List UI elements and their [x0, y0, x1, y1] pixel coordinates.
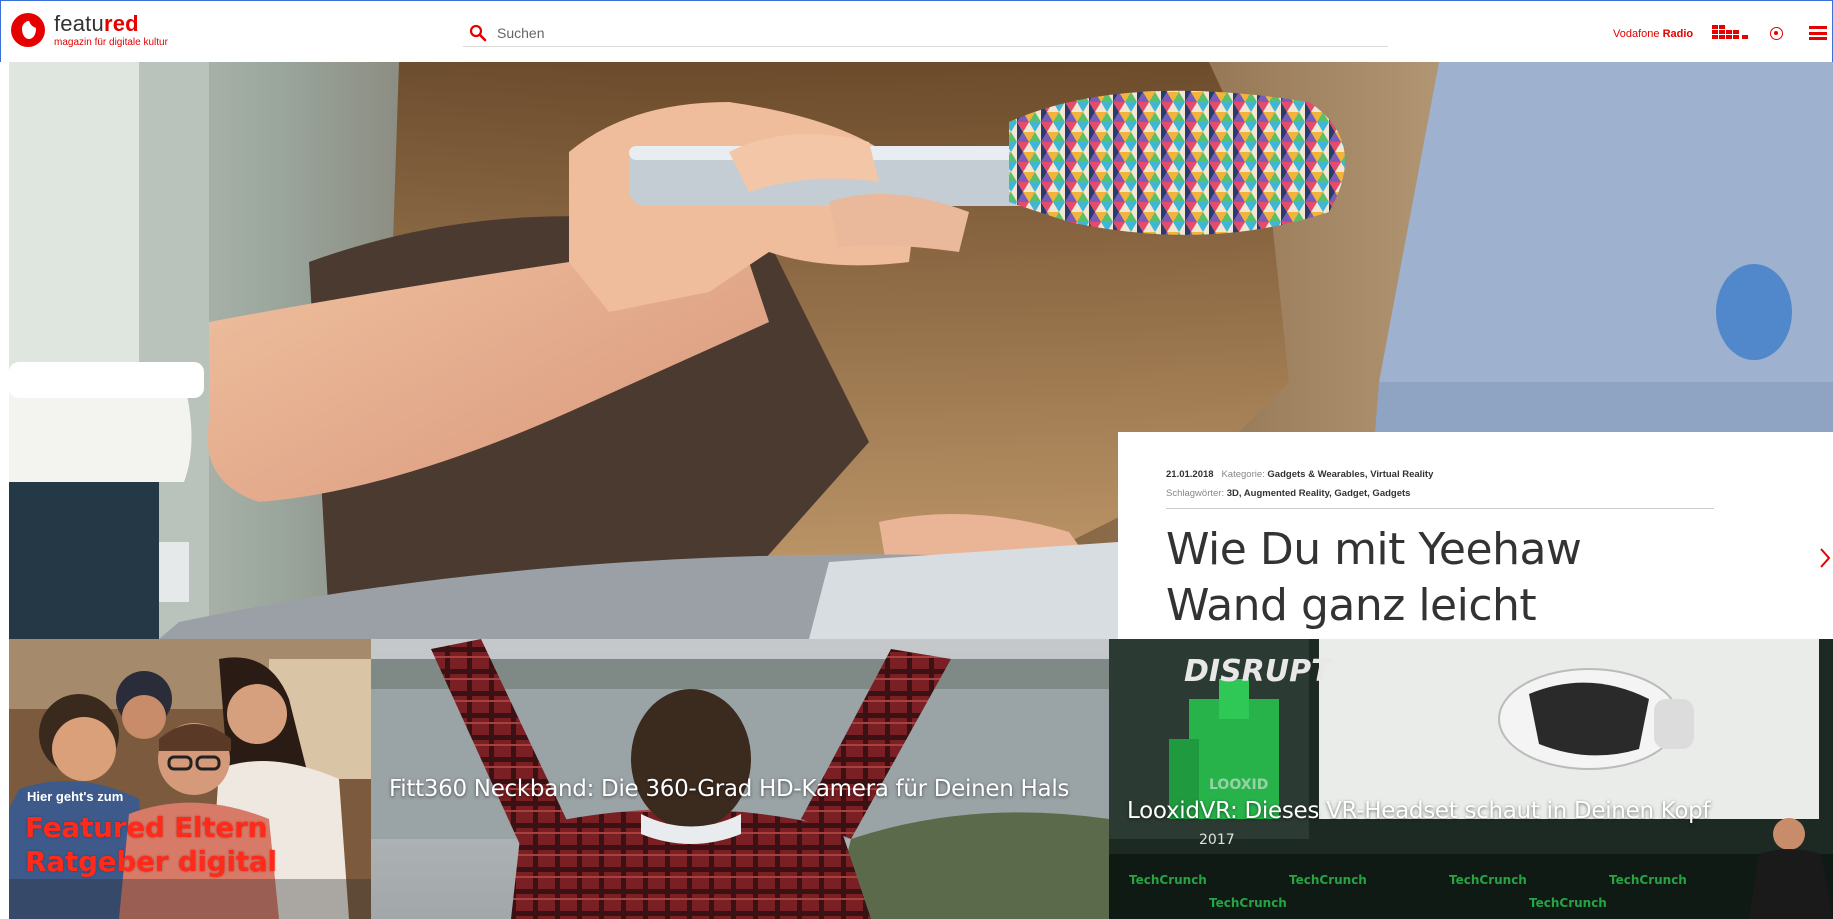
vodafone-radio-link[interactable]: Vodafone Radio: [1613, 28, 1693, 40]
article-tags[interactable]: 3D, Augmented Reality, Gadget, Gadgets: [1227, 488, 1411, 499]
article-meta: 21.01.2018 Kategorie: Gadgets & Wearable…: [1166, 469, 1434, 499]
teaser-tile-fitt360[interactable]: Fitt360 Neckband: Die 360-Grad HD-Kamera…: [371, 639, 1109, 919]
article-date: 21.01.2018: [1166, 469, 1214, 480]
radio-equalizer-icon[interactable]: [1712, 25, 1750, 39]
vodafone-logo-icon: [11, 13, 45, 47]
logo-wordmark: featured: [54, 11, 139, 36]
disrupt-year: 2017: [1199, 832, 1235, 848]
techcrunch-stage-photo: LOOXID DISRUPT 2017 TechCrunch TechCrunc…: [1109, 639, 1833, 919]
banner-brand-1: TechCrunch: [1129, 873, 1207, 887]
teaser-tile-looxidvr[interactable]: LOOXID DISRUPT 2017 TechCrunch TechCrunc…: [1109, 639, 1833, 919]
eltern-headline: Featured Eltern Ratgeber digital: [25, 811, 277, 878]
search-bar[interactable]: [463, 19, 1388, 47]
search-input[interactable]: [497, 24, 1357, 41]
fitt360-title[interactable]: Fitt360 Neckband: Die 360-Grad HD-Kamera…: [389, 769, 1079, 809]
logo-subtitle: magazin für digitale kultur: [54, 37, 168, 48]
hero-article[interactable]: 21.01.2018 Kategorie: Gadgets & Wearable…: [9, 62, 1833, 639]
disrupt-sign: DISRUPT: [1184, 654, 1334, 689]
chevron-right-icon[interactable]: [1818, 546, 1832, 570]
banner-brand-3: TechCrunch: [1449, 873, 1527, 887]
divider: [1166, 508, 1714, 509]
banner-brand-6: TechCrunch: [1529, 896, 1607, 910]
banner-brand-2: TechCrunch: [1289, 873, 1367, 887]
banner-brand-5: TechCrunch: [1209, 896, 1287, 910]
looxidvr-title[interactable]: LooxidVR: Dieses VR-Headset schaut in De…: [1127, 791, 1827, 831]
hero-teaser-card[interactable]: 21.01.2018 Kategorie: Gadgets & Wearable…: [1118, 432, 1833, 639]
banner-brand-4: TechCrunch: [1609, 873, 1687, 887]
play-radio-icon[interactable]: [1770, 27, 1783, 40]
featured-logo[interactable]: featured magazin für digitale kultur: [11, 13, 168, 48]
article-categories[interactable]: Gadgets & Wearables, Virtual Reality: [1267, 469, 1433, 480]
site-header: featured magazin für digitale kultur Vod…: [0, 0, 1833, 62]
teaser-tile-eltern[interactable]: Hier geht's zum Featured Eltern Ratgeber…: [9, 639, 371, 919]
hamburger-menu-icon[interactable]: [1809, 26, 1827, 40]
search-icon[interactable]: [469, 24, 487, 42]
eltern-intro: Hier geht's zum: [27, 789, 124, 804]
hero-title[interactable]: Wie Du mit Yeehaw Wand ganz leicht eigen…: [1166, 522, 1686, 639]
